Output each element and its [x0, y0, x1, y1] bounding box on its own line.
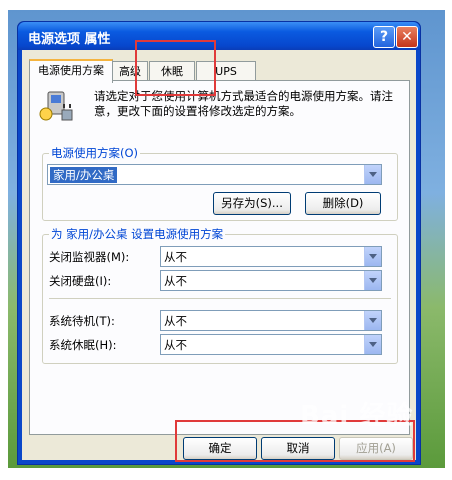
- scheme-group: 电源使用方案(O) 家用/办公桌 另存为(S)... 删除(D): [42, 145, 398, 221]
- window-title: 电源选项 属性: [28, 32, 111, 47]
- save-as-button[interactable]: 另存为(S)...: [213, 192, 291, 215]
- scheme-select[interactable]: 家用/办公桌: [47, 164, 382, 185]
- chevron-down-icon[interactable]: [364, 247, 381, 266]
- tab-panel: 请选定对于您使用计算机方式最适合的电源使用方案。请注意，更改下面的设置将修改选定…: [29, 80, 410, 435]
- hibernate-select[interactable]: 从不: [160, 334, 382, 355]
- hibernate-label: 系统休眠(H):: [49, 338, 117, 352]
- harddisk-select[interactable]: 从不: [160, 270, 382, 291]
- harddisk-value: 从不: [164, 274, 187, 288]
- standby-select[interactable]: 从不: [160, 310, 382, 331]
- monitor-value: 从不: [164, 250, 187, 264]
- title-bar: 电源选项 属性 ? ✕: [18, 22, 420, 50]
- scheme-select-value: 家用/办公桌: [50, 167, 118, 183]
- chevron-down-icon[interactable]: [364, 335, 381, 354]
- settings-group: 为 家用/办公桌 设置电源使用方案 关闭监视器(M): 从不 关闭硬盘(I): …: [42, 226, 398, 364]
- harddisk-label: 关闭硬盘(I):: [49, 274, 112, 288]
- scheme-group-label: 电源使用方案(O): [49, 145, 141, 161]
- help-button[interactable]: ?: [373, 26, 395, 48]
- delete-button[interactable]: 删除(D): [305, 192, 381, 215]
- power-scheme-icon: [39, 91, 73, 121]
- settings-group-label: 为 家用/办公桌 设置电源使用方案: [49, 226, 226, 242]
- close-button[interactable]: ✕: [396, 26, 418, 48]
- standby-label: 系统待机(T):: [49, 314, 115, 328]
- monitor-label: 关闭监视器(M):: [49, 250, 130, 264]
- chevron-down-icon[interactable]: [364, 165, 381, 184]
- annotation-box-tab: [135, 40, 216, 96]
- tab-power-schemes[interactable]: 电源使用方案: [29, 59, 113, 83]
- hibernate-value: 从不: [164, 338, 187, 352]
- standby-value: 从不: [164, 314, 187, 328]
- chevron-down-icon[interactable]: [364, 311, 381, 330]
- chevron-down-icon[interactable]: [364, 271, 381, 290]
- divider: [49, 298, 391, 299]
- monitor-select[interactable]: 从不: [160, 246, 382, 267]
- watermark: Bai 经验: [300, 401, 414, 431]
